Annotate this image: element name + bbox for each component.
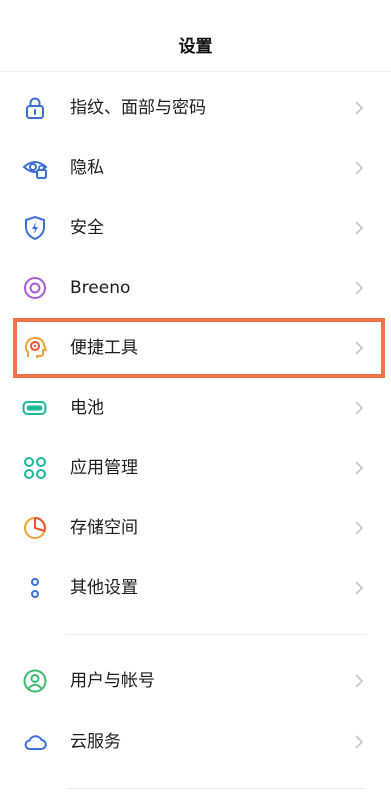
settings-item-other-settings[interactable]: 其他设置 — [0, 558, 391, 618]
chevron-right-icon — [352, 280, 366, 296]
settings-item-label: 用户与帐号 — [70, 671, 155, 691]
settings-item-storage[interactable]: 存储空间 — [0, 498, 391, 558]
settings-item-label: Breeno — [70, 278, 131, 298]
chevron-right-icon — [352, 520, 366, 536]
chevron-right-icon — [352, 400, 366, 416]
section-divider — [66, 788, 366, 789]
lock-icon — [22, 95, 48, 121]
settings-item-label: 应用管理 — [70, 458, 138, 478]
settings-item-label: 隐私 — [70, 158, 104, 178]
settings-item-privacy[interactable]: 隐私 — [0, 138, 391, 198]
chevron-right-icon — [352, 100, 366, 116]
settings-item-label: 电池 — [70, 398, 104, 418]
section-divider — [66, 634, 366, 635]
settings-item-fingerprint-face-password[interactable]: 指纹、面部与密码 — [0, 78, 391, 138]
settings-item-app-management[interactable]: 应用管理 — [0, 438, 391, 498]
page-title: 设置 — [0, 0, 391, 72]
user-account-icon — [22, 668, 48, 694]
settings-item-label: 指纹、面部与密码 — [70, 98, 206, 118]
settings-item-breeno[interactable]: Breeno — [0, 258, 391, 318]
chevron-right-icon — [352, 580, 366, 596]
settings-item-security[interactable]: 安全 — [0, 198, 391, 258]
privacy-eye-icon — [22, 155, 48, 181]
convenience-tools-icon — [22, 335, 48, 361]
settings-item-label: 便捷工具 — [70, 338, 138, 358]
chevron-right-icon — [352, 220, 366, 236]
app-management-icon — [22, 455, 48, 481]
chevron-right-icon — [352, 160, 366, 176]
settings-item-label: 其他设置 — [70, 578, 138, 598]
chevron-right-icon — [352, 460, 366, 476]
settings-item-cloud-services[interactable]: 云服务 — [0, 712, 391, 772]
settings-item-convenience-tools[interactable]: 便捷工具 — [0, 318, 391, 378]
breeno-icon — [22, 275, 48, 301]
settings-item-battery[interactable]: 电池 — [0, 378, 391, 438]
settings-item-user-account[interactable]: 用户与帐号 — [0, 651, 391, 711]
chevron-right-icon — [352, 673, 366, 689]
cloud-icon — [22, 729, 48, 755]
security-shield-icon — [22, 215, 48, 241]
settings-item-label: 存储空间 — [70, 518, 138, 538]
battery-icon — [22, 395, 48, 421]
settings-item-label: 安全 — [70, 218, 104, 238]
chevron-right-icon — [352, 734, 366, 750]
other-settings-icon — [22, 575, 48, 601]
storage-pie-icon — [22, 515, 48, 541]
chevron-right-icon — [352, 340, 366, 356]
settings-item-label: 云服务 — [70, 732, 121, 752]
